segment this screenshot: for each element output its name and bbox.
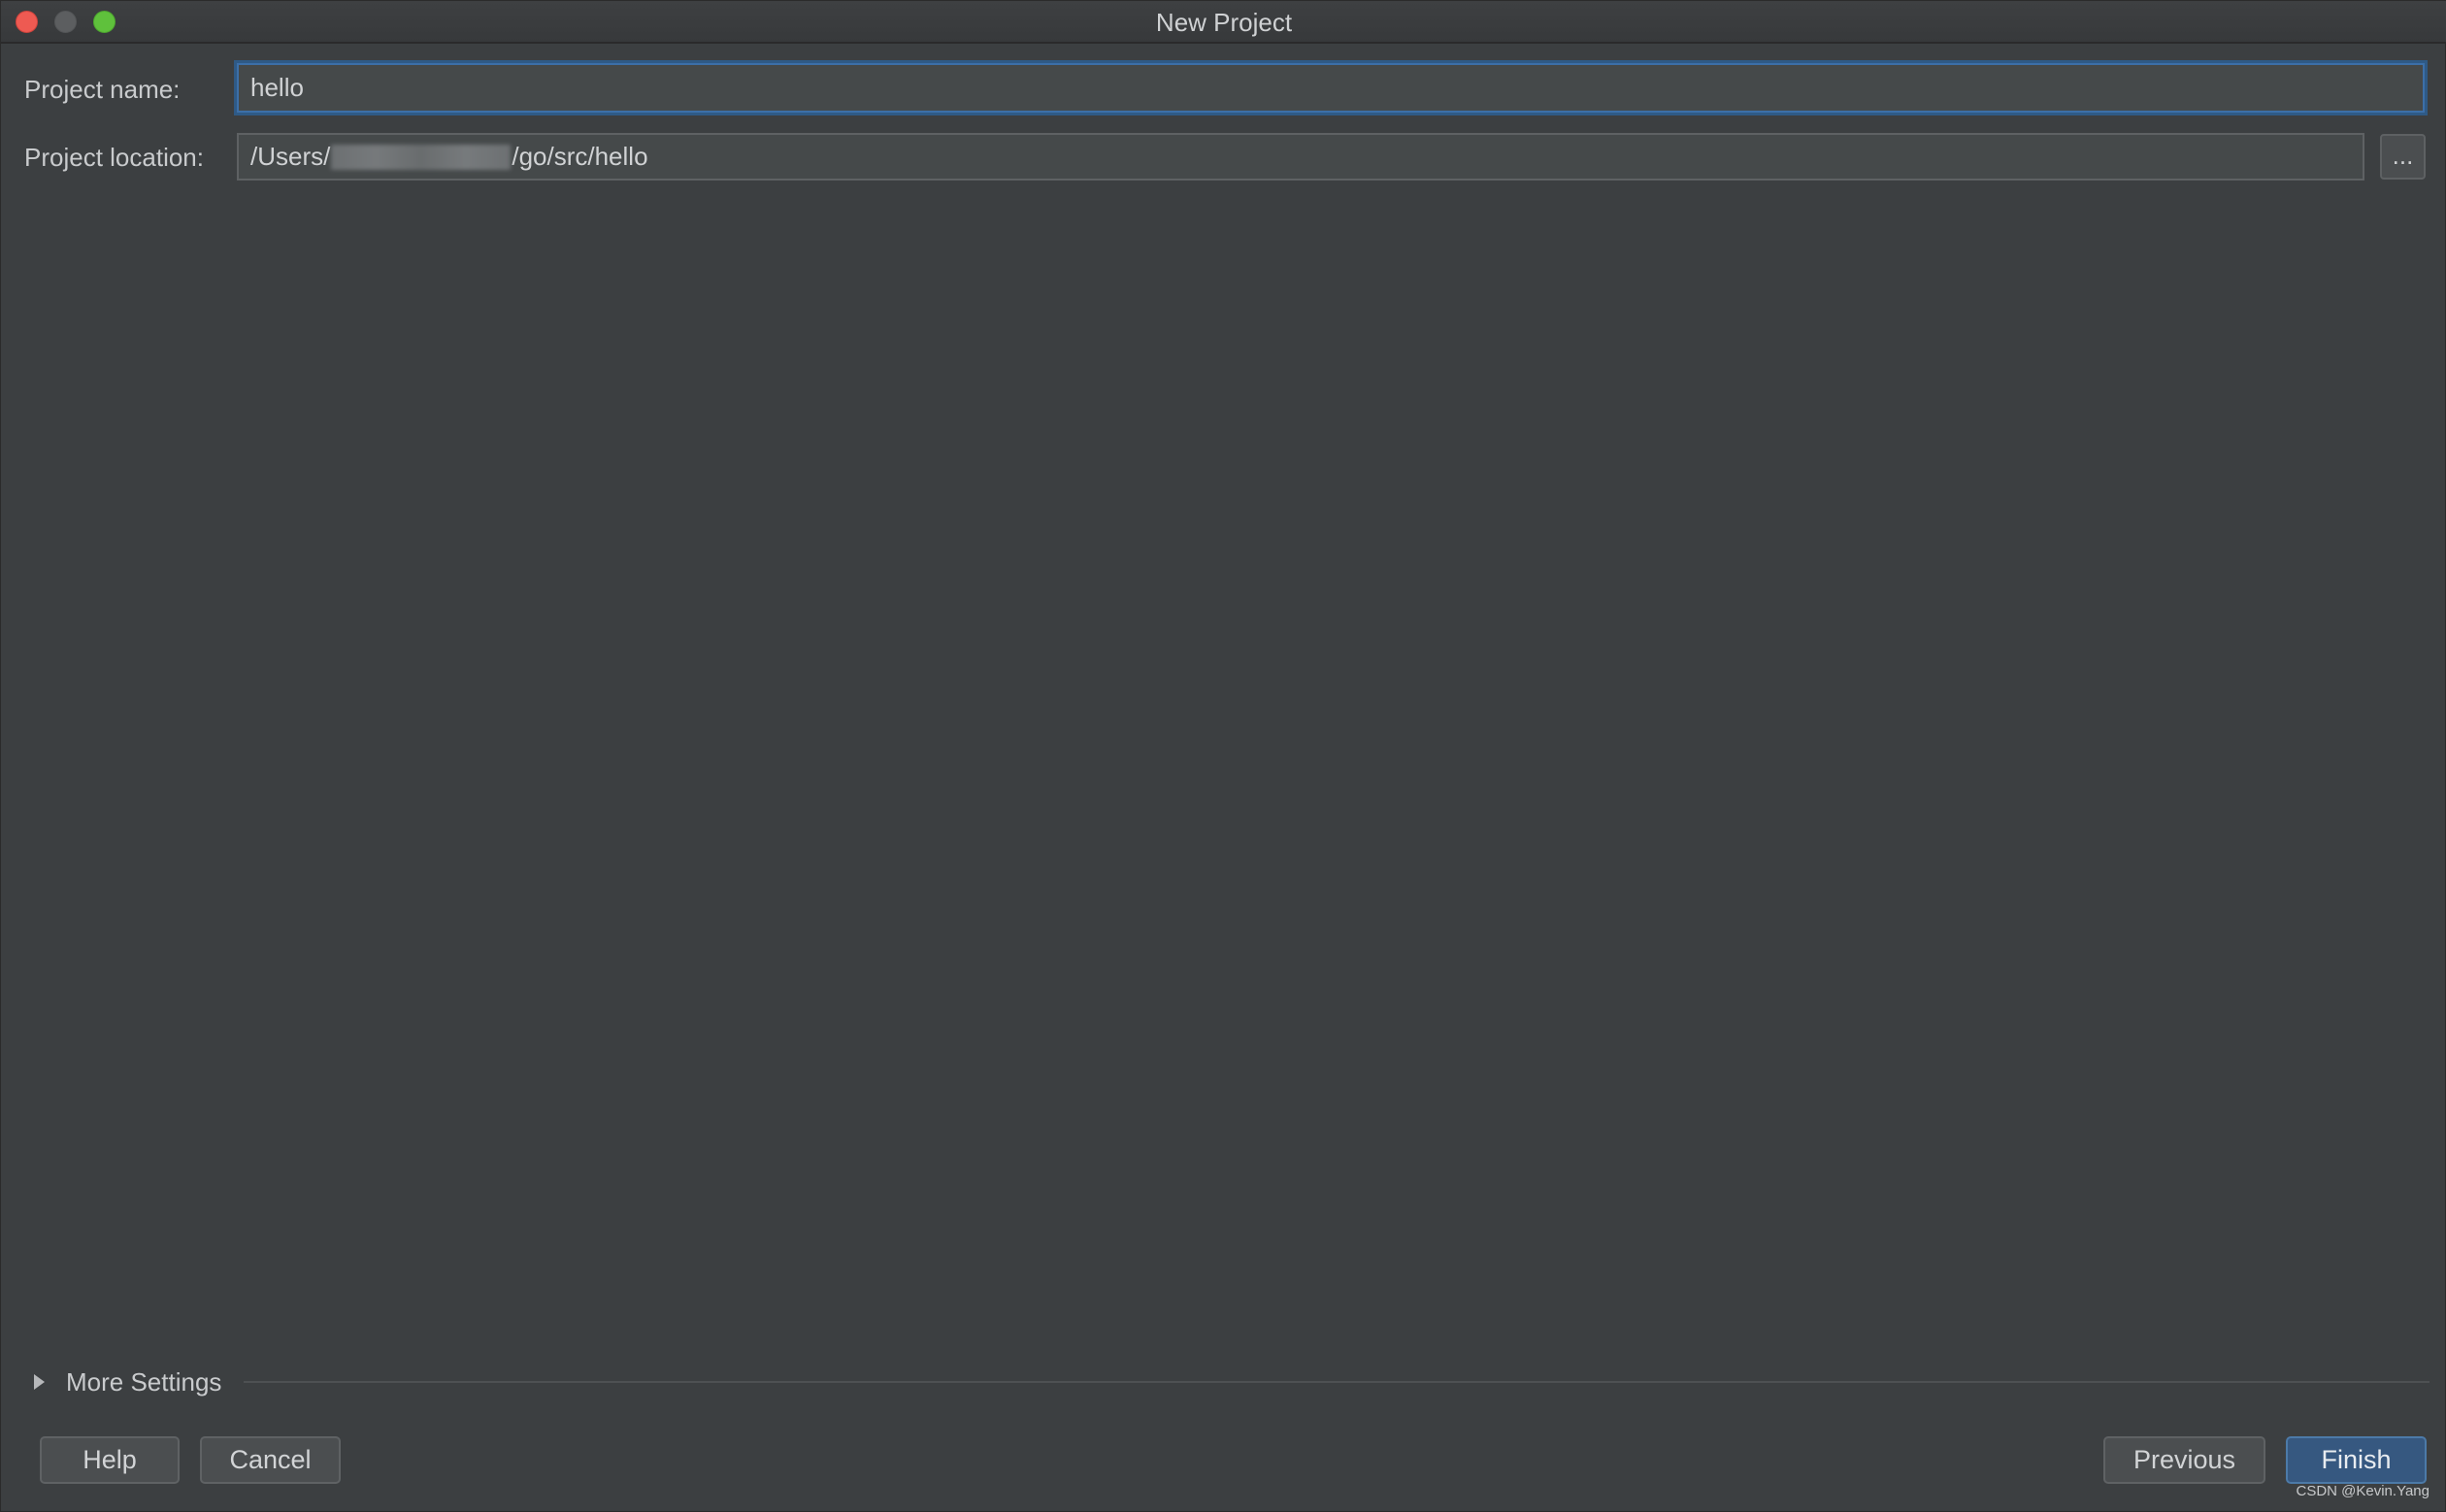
redacted-username [331, 144, 512, 170]
browse-location-button[interactable]: ... [2380, 134, 2426, 180]
help-button[interactable]: Help [40, 1436, 180, 1484]
cancel-button[interactable]: Cancel [200, 1436, 341, 1484]
title-bar: New Project [1, 1, 2446, 44]
project-location-suffix: /go/src/hello [512, 142, 648, 171]
finish-button[interactable]: Finish [2286, 1436, 2427, 1484]
project-location-prefix: /Users/ [250, 142, 331, 171]
window-title: New Project [1155, 8, 1293, 37]
more-settings-toggle[interactable]: More Settings [30, 1364, 221, 1399]
project-name-value: hello [250, 73, 304, 102]
project-name-input[interactable]: hello [237, 63, 2425, 113]
project-location-label: Project location: [24, 143, 204, 172]
new-project-dialog: New Project Project name: hello Project … [0, 0, 2446, 1512]
previous-button[interactable]: Previous [2103, 1436, 2265, 1484]
more-settings-label: More Settings [66, 1366, 222, 1397]
more-settings-divider [244, 1381, 2429, 1383]
expand-triangle-icon [34, 1374, 45, 1390]
watermark: CSDN @Kevin.Yang [2296, 1483, 2429, 1499]
project-location-input[interactable]: /Users/ /go/src/hello [237, 133, 2364, 181]
project-name-label: Project name: [24, 75, 181, 104]
